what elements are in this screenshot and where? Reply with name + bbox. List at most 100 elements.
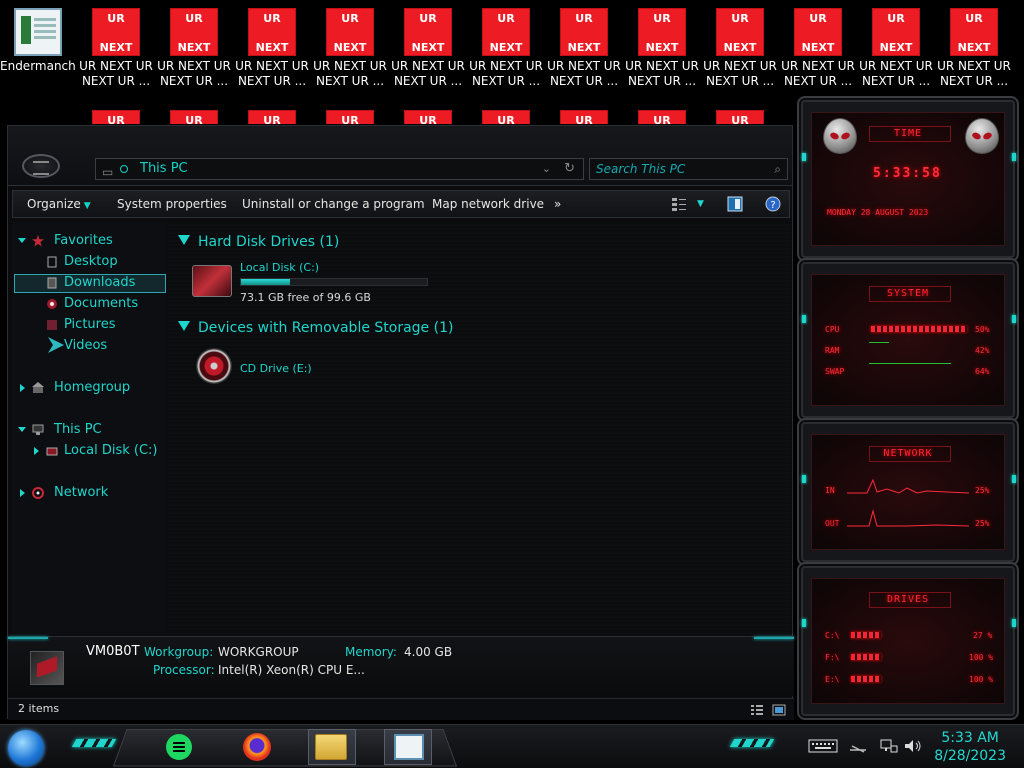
app-window-icon <box>14 8 62 56</box>
icon-text: UR <box>263 114 281 124</box>
pen-icon[interactable] <box>848 738 868 754</box>
hard-drive-icon[interactable] <box>192 265 232 297</box>
ur-next-desktop-icon[interactable]: UR <box>156 102 232 124</box>
nav-downloads-label: Downloads <box>64 275 136 290</box>
ur-next-desktop-icon[interactable]: UR <box>468 102 544 124</box>
details-view-icon[interactable] <box>750 703 764 717</box>
help-icon[interactable]: ? <box>765 196 781 212</box>
icon-text: NEXT <box>333 41 367 54</box>
expand-arrow-icon[interactable] <box>20 489 25 497</box>
network-gadget[interactable]: NETWORK IN 25% OUT 25% <box>797 418 1019 566</box>
desktop: Endermanch...URNEXTUR NEXT URNEXT UR ...… <box>0 0 1024 768</box>
chevron-down-icon[interactable]: ⌄ <box>542 159 551 179</box>
keyboard-icon[interactable] <box>808 738 838 754</box>
usage-fill <box>241 279 291 285</box>
view-dropdown-icon[interactable]: ▼ <box>697 199 704 209</box>
ur-next-image-icon: UR NEXT <box>716 8 764 56</box>
more-commands-button[interactable]: » <box>554 197 561 211</box>
icon-text: UR <box>419 12 437 25</box>
svg-text:?: ? <box>770 200 775 211</box>
icon-text: UR <box>887 12 905 25</box>
cd-drive-name[interactable]: CD Drive (E:) <box>240 362 312 375</box>
organize-label: Organize <box>27 197 81 211</box>
system-clock[interactable]: 5:33 AM 8/28/2023 <box>934 729 1006 765</box>
local-disk-name[interactable]: Local Disk (C:) <box>240 261 319 274</box>
endermanch-app-button[interactable] <box>392 731 426 763</box>
ur-next-desktop-icon[interactable]: UR NEXT UR NEXT UR NEXT UR ... <box>624 0 700 89</box>
spotify-app-button[interactable] <box>162 731 196 763</box>
network-out-value: 25% <box>975 519 990 528</box>
icon-text: NEXT <box>567 41 601 54</box>
ur-next-desktop-icon[interactable]: UR NEXT UR NEXT UR NEXT UR ... <box>78 0 154 89</box>
icon-text: NEXT <box>879 41 913 54</box>
system-properties-button[interactable]: System properties <box>117 197 227 211</box>
ur-next-image-icon: UR NEXT <box>638 8 686 56</box>
expand-arrow-icon[interactable] <box>34 447 39 455</box>
drive-c-value: 27 % <box>973 631 993 640</box>
icon-text: NEXT <box>723 41 757 54</box>
address-bar[interactable]: ▭ This PC ⌄ ↻ <box>95 158 584 180</box>
time-gadget[interactable]: TIME 5:33:58 MONDAY 28 AUGUST 2023 <box>797 96 1019 262</box>
ur-next-desktop-icon[interactable]: UR NEXT UR NEXT UR NEXT UR ... <box>312 0 388 89</box>
search-input[interactable]: Search This PC ⌕ <box>589 158 788 180</box>
taskbar: 5:33 AM 8/28/2023 <box>0 724 1024 768</box>
collapse-arrow-icon[interactable] <box>18 427 26 432</box>
collapse-arrow-icon[interactable] <box>18 238 26 243</box>
ur-next-desktop-icon[interactable]: UR <box>78 102 154 124</box>
preview-pane-icon[interactable] <box>727 196 743 212</box>
ur-next-desktop-icon[interactable]: UR <box>234 102 310 124</box>
uninstall-program-button[interactable]: Uninstall or change a program <box>242 197 425 211</box>
network-tray-icon[interactable] <box>880 738 898 754</box>
drive-f-label: F:\ <box>825 653 840 662</box>
expand-arrow-icon[interactable] <box>20 384 25 392</box>
accent-light <box>802 153 806 161</box>
homegroup-icon <box>32 382 44 393</box>
ur-next-desktop-icon[interactable]: UR <box>546 102 622 124</box>
ur-next-desktop-icon[interactable]: UR <box>702 102 778 124</box>
map-network-drive-button[interactable]: Map network drive <box>432 197 544 211</box>
ur-next-desktop-icon[interactable]: UR NEXT UR NEXT UR NEXT UR ... <box>390 0 466 89</box>
ur-next-desktop-icon[interactable]: UR <box>390 102 466 124</box>
favorites-star-icon <box>32 235 44 247</box>
swap-label: SWAP <box>825 367 845 376</box>
icon-label: NEXT UR ... <box>393 74 463 88</box>
ur-next-image-icon: UR NEXT <box>92 8 140 56</box>
refresh-icon[interactable]: ↻ <box>564 159 575 179</box>
network-in-label: IN <box>825 486 835 495</box>
icon-text: UR <box>653 114 671 124</box>
ur-next-desktop-icon[interactable]: UR NEXT UR NEXT UR NEXT UR ... <box>858 0 934 89</box>
firefox-app-button[interactable] <box>240 731 274 763</box>
removable-group-header[interactable]: Devices with Removable Storage (1) <box>178 320 453 336</box>
volume-icon[interactable] <box>904 738 922 754</box>
ur-next-desktop-icon[interactable]: UR <box>312 102 388 124</box>
file-explorer-app-button[interactable] <box>314 731 348 763</box>
view-options-icon[interactable] <box>671 196 687 212</box>
ur-next-desktop-icon[interactable]: UR NEXT UR NEXT UR NEXT UR ... <box>936 0 1012 89</box>
ur-next-desktop-icon[interactable]: UR NEXT UR NEXT UR NEXT UR ... <box>546 0 622 89</box>
ur-next-desktop-icon[interactable]: UR NEXT UR NEXT UR NEXT UR ... <box>702 0 778 89</box>
large-icons-view-icon[interactable] <box>772 703 786 717</box>
system-gadget[interactable]: SYSTEM CPU 50% RAM 42% SWAP 64% <box>797 258 1019 422</box>
icon-label: NEXT UR ... <box>705 74 775 88</box>
back-forward-button[interactable] <box>22 154 60 178</box>
ur-next-desktop-icon[interactable]: UR <box>624 102 700 124</box>
cd-drive-icon[interactable] <box>196 348 232 384</box>
accent-light <box>1012 619 1016 627</box>
network-out-graph <box>847 509 969 527</box>
drives-gadget[interactable]: DRIVES C:\ 27 % F:\ 100 % E:\ 100 % <box>797 562 1019 720</box>
icon-label: UR NEXT UR <box>235 59 309 73</box>
organize-button[interactable]: Organize ▼ <box>27 197 91 211</box>
ram-label: RAM <box>825 346 840 355</box>
chevron-down-icon <box>178 235 190 247</box>
ur-next-desktop-icon[interactable]: UR NEXT UR NEXT UR NEXT UR ... <box>234 0 310 89</box>
ur-next-desktop-icon[interactable]: UR NEXT UR NEXT UR NEXT UR ... <box>468 0 544 89</box>
ur-next-desktop-icon[interactable]: UR NEXT UR NEXT UR NEXT UR ... <box>780 0 856 89</box>
documents-icon <box>47 299 57 309</box>
search-icon[interactable]: ⌕ <box>774 159 781 179</box>
endermanch-desktop-icon[interactable]: Endermanch... <box>0 0 76 74</box>
ur-next-image-icon: UR NEXT <box>170 8 218 56</box>
hdd-group-header[interactable]: Hard Disk Drives (1) <box>178 234 339 250</box>
start-button[interactable] <box>8 730 44 766</box>
nav-desktop-label: Desktop <box>64 254 118 269</box>
ur-next-desktop-icon[interactable]: UR NEXT UR NEXT UR NEXT UR ... <box>156 0 232 89</box>
